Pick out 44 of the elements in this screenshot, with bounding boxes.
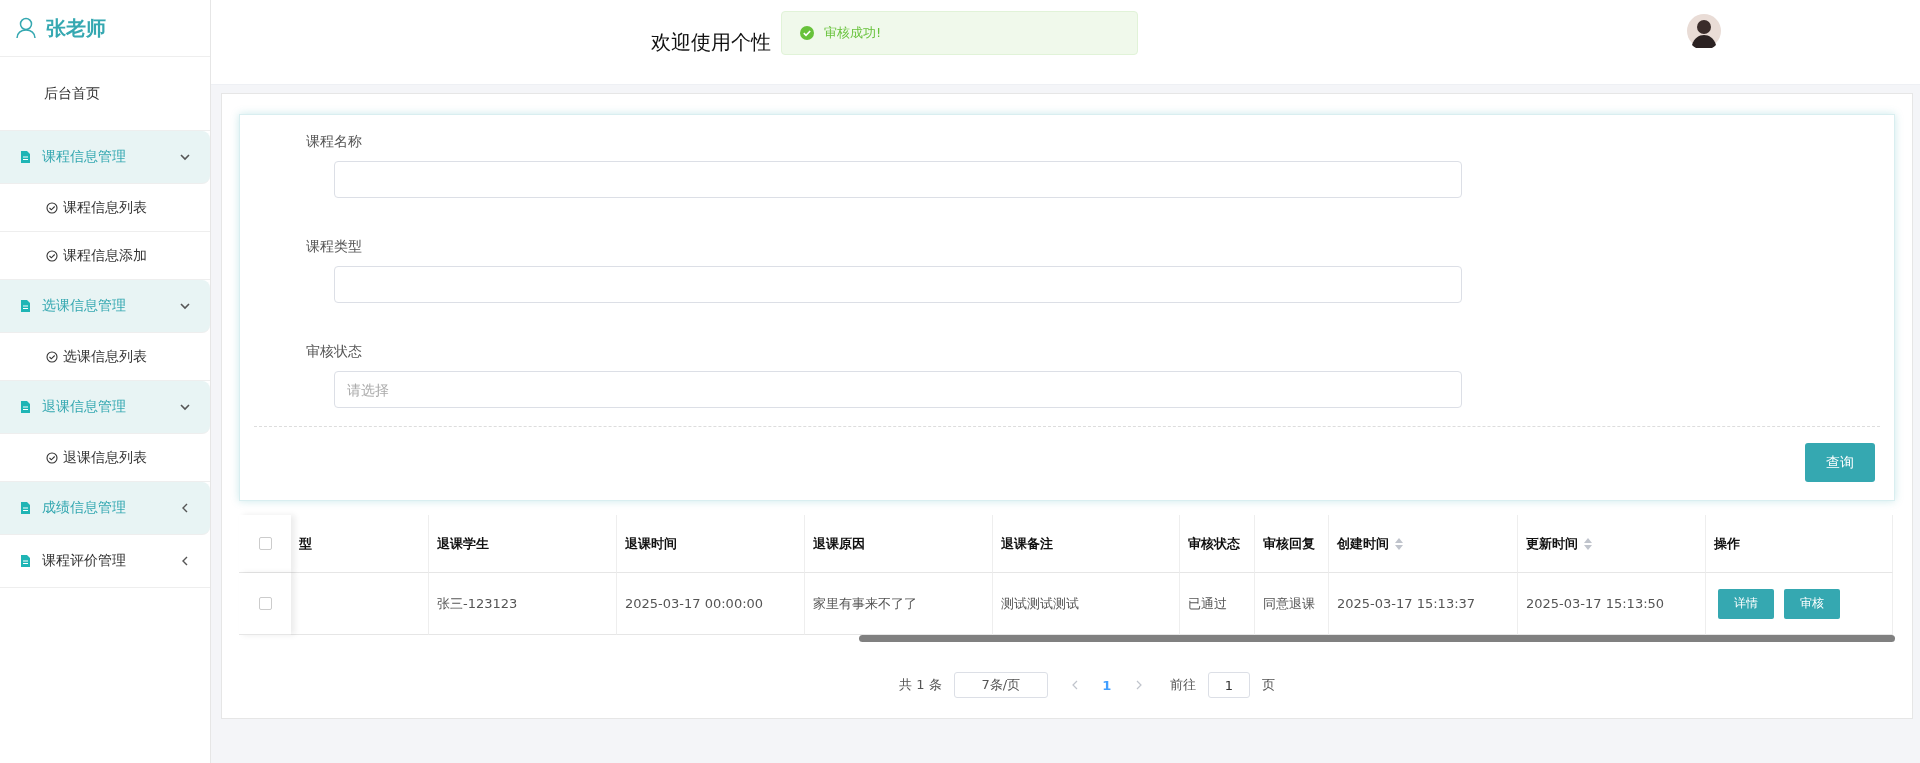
field-label: 课程名称 <box>306 133 363 151</box>
checkbox[interactable] <box>258 537 272 550</box>
total-count: 共 1 条 <box>899 676 942 694</box>
check-circle-icon <box>46 451 58 464</box>
goto-label: 前往 <box>1169 676 1196 694</box>
column-header: 审核状态 <box>1180 515 1255 573</box>
sort-icon[interactable] <box>1395 537 1403 550</box>
page-size-select[interactable]: 7条/页 <box>953 672 1048 698</box>
document-icon <box>20 151 30 163</box>
document-icon <box>20 555 30 567</box>
page-suffix: 页 <box>1261 676 1275 694</box>
table-cell: 张三-123123 <box>429 573 617 635</box>
sidebar-item[interactable]: 课程信息列表 <box>0 184 210 232</box>
document-icon <box>20 502 30 514</box>
column-header: 退课备注 <box>993 515 1180 573</box>
table-cell: 2025-03-17 00:00:00 <box>617 573 805 635</box>
input-field[interactable] <box>334 266 1462 303</box>
check-circle-icon <box>46 201 58 214</box>
column-header: 退课学生 <box>429 515 617 573</box>
column-header: 退课原因 <box>805 515 993 573</box>
welcome-title: 欢迎使用个性 <box>651 28 771 56</box>
column-header: 退课时间 <box>617 515 805 573</box>
check-circle-icon <box>46 249 58 262</box>
page-input[interactable]: 1 <box>1207 672 1250 698</box>
document-icon <box>20 300 30 312</box>
user-avatar[interactable] <box>1687 14 1721 48</box>
column-header: 操作 <box>1706 515 1893 573</box>
column-header: 型 <box>291 515 429 573</box>
check-circle-icon <box>46 350 58 363</box>
field-label: 课程类型 <box>306 238 363 256</box>
check-circle-icon <box>800 26 814 40</box>
user-name: 张老师 <box>46 14 106 42</box>
column-header[interactable]: 创建时间 <box>1329 515 1518 573</box>
input-field[interactable] <box>334 161 1462 198</box>
column-header[interactable]: 更新时间 <box>1518 515 1706 573</box>
document-icon <box>20 401 30 413</box>
sort-icon[interactable] <box>1584 537 1592 550</box>
field-label: 审核状态 <box>306 343 363 361</box>
input-field[interactable]: 请选择 <box>334 371 1462 408</box>
scrollbar[interactable] <box>859 635 1895 642</box>
user-icon <box>16 17 36 39</box>
column-header: 审核回复 <box>1255 515 1329 573</box>
checkbox[interactable] <box>258 597 272 610</box>
success-toast: 审核成功! <box>781 11 1138 55</box>
